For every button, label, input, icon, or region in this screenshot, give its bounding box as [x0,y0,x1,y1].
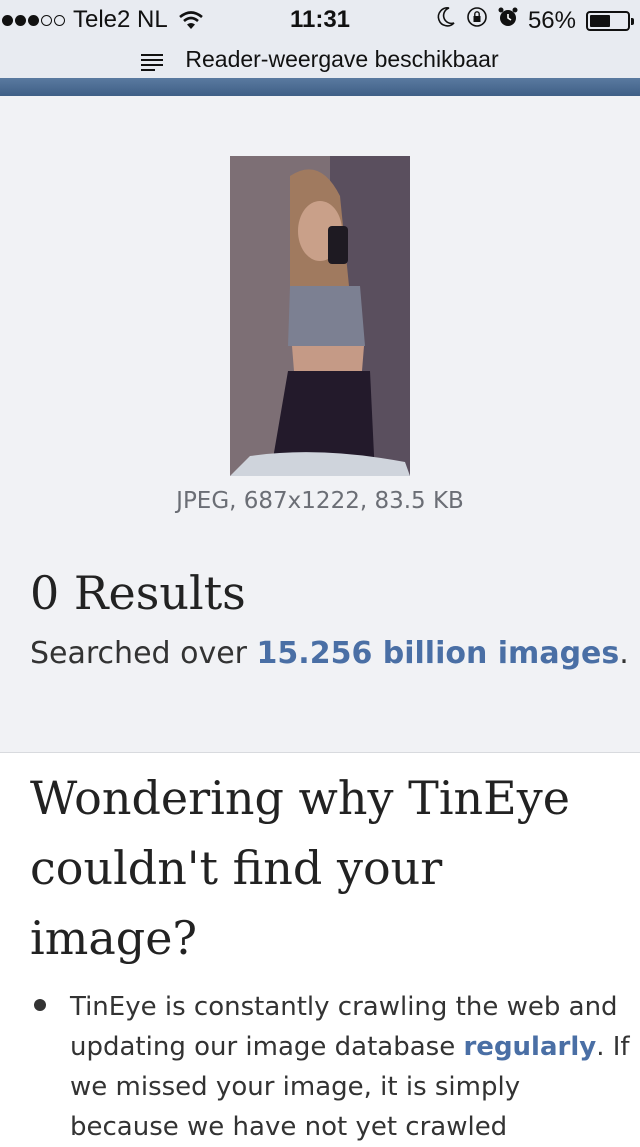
carrier-name: Tele2 NL [73,6,168,33]
battery-percentage: 56% [527,6,576,34]
help-section: Wondering why TinEye couldn't find your … [0,753,640,1142]
searched-suffix: . [619,636,629,671]
query-image-thumbnail [230,156,410,476]
status-right: 56% [436,6,634,35]
searched-prefix: Searched over [30,636,257,671]
moon-icon [436,6,456,35]
results-section: JPEG, 687x1222, 83.5 KB 0 Results Search… [0,96,640,753]
regularly-link[interactable]: regularly [463,1032,596,1062]
alarm-icon [498,6,518,35]
reader-view-bar[interactable]: Reader-weergave beschikbaar [0,40,640,78]
reader-view-label: Reader-weergave beschikbaar [185,45,499,72]
site-header-strip [0,78,640,96]
bullet-icon [34,999,46,1011]
battery-icon [586,10,634,31]
reader-view-icon[interactable] [141,50,164,71]
status-bar: Tele2 NL 11:31 56% [0,0,640,40]
signal-dots-icon [2,14,65,26]
results-count: 0 Results [30,566,246,620]
battery-fill [590,14,611,27]
searched-summary: Searched over 15.256 billion images. [30,636,629,671]
rotation-lock-icon [466,6,488,35]
status-left: Tele2 NL [0,6,204,34]
help-heading: Wondering why TinEye couldn't find your … [30,771,570,965]
help-bullet-text: TinEye is constantly crawling the web an… [70,987,630,1147]
image-metadata: JPEG, 687x1222, 83.5 KB [176,488,464,514]
wifi-icon [178,9,204,31]
searched-count: 15.256 billion images [256,636,620,671]
